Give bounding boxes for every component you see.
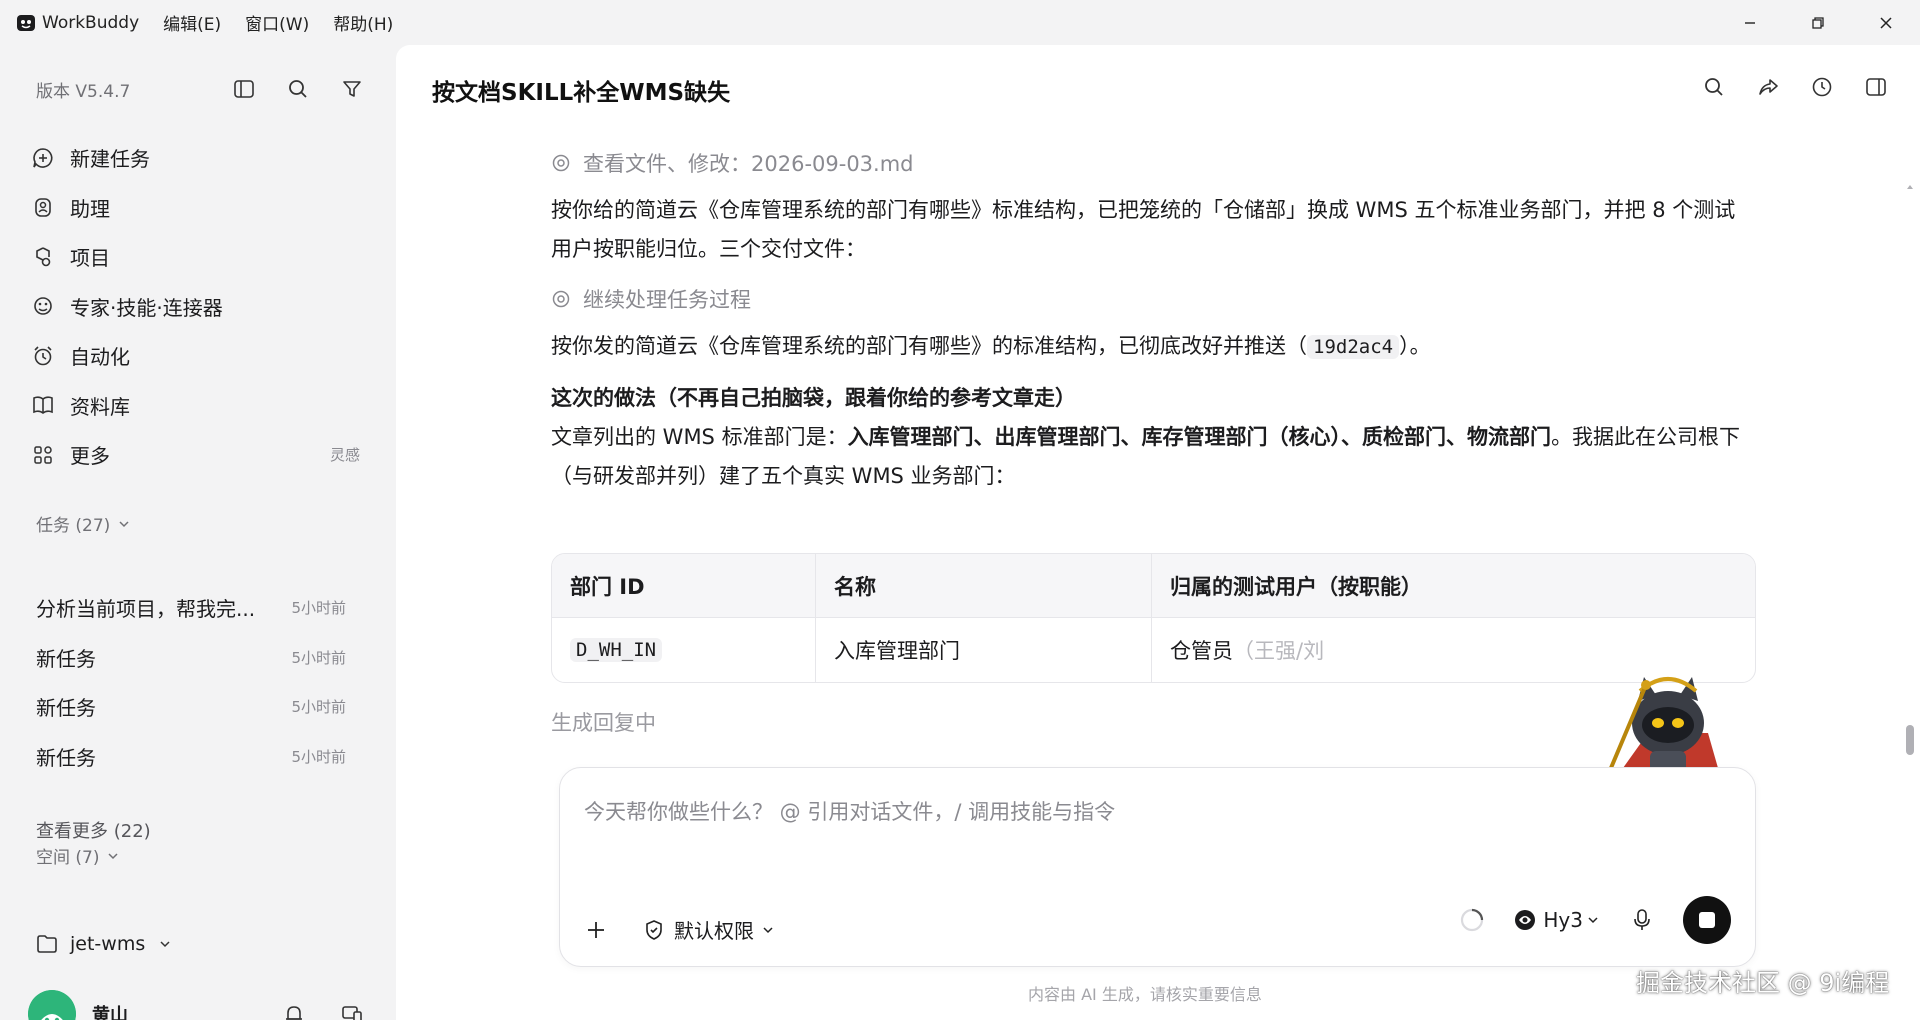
add-attachment-button[interactable]	[584, 918, 608, 942]
menu-help[interactable]: 帮助(H)	[333, 10, 393, 35]
dept-id: D_WH_IN	[570, 638, 663, 662]
microphone-icon[interactable]	[1631, 908, 1653, 932]
inspiration-tag[interactable]: 灵感	[330, 444, 360, 465]
share-icon[interactable]	[1754, 73, 1782, 101]
stop-icon	[1699, 912, 1715, 928]
task-list: 分析当前项目，帮我完... 5小时前 新任务 5小时前 新任务 5小时前 新任务…	[36, 583, 346, 781]
loading-spinner-icon	[1459, 907, 1485, 933]
assistant-icon	[30, 194, 56, 220]
message-composer[interactable]: 今天帮你做些什么？ @ 引用对话文件，/ 调用技能与指令 默认权限 Hy3	[559, 767, 1756, 967]
table-header: 部门 ID 名称 归属的测试用户（按职能）	[552, 554, 1755, 618]
chevron-down-icon	[118, 518, 130, 530]
menu-window[interactable]: 窗口(W)	[245, 10, 309, 35]
nav-automation[interactable]: 自动化	[30, 331, 366, 381]
side-panel-icon[interactable]	[1862, 73, 1890, 101]
project-icon	[30, 244, 56, 270]
chat-panel: 按文档SKILL补全WMS缺失 查看文件、修改：2026-09-03.md 按你…	[396, 45, 1920, 1020]
mascot-image	[1588, 663, 1728, 783]
title-bar: WorkBuddy 编辑(E) 窗口(W) 帮助(H)	[0, 0, 1920, 45]
search-icon[interactable]	[284, 75, 312, 103]
nav-experts[interactable]: 专家·技能·连接器	[30, 282, 366, 332]
chevron-down-icon	[107, 850, 119, 862]
spaces-header[interactable]: 空间 (7)	[36, 843, 119, 868]
user-bar: 黄山	[28, 989, 364, 1020]
folder-icon	[36, 933, 58, 955]
filter-icon[interactable]	[338, 75, 366, 103]
generating-status: 生成回复中	[551, 711, 656, 735]
version-label: 版本 V5.4.7	[36, 81, 131, 102]
see-more-link[interactable]: 查看更多 (22)	[36, 817, 151, 843]
menu-edit[interactable]: 编辑(E)	[163, 10, 221, 35]
table-row: D_WH_IN 入库管理部门 仓管员 （王强/刘	[552, 618, 1755, 682]
eye-icon	[551, 289, 571, 309]
page-title: 按文档SKILL补全WMS缺失	[432, 80, 731, 106]
restore-button[interactable]	[1784, 0, 1852, 45]
stop-generation-button[interactable]	[1683, 896, 1731, 944]
step-continue[interactable]: 继续处理任务过程	[551, 281, 1756, 317]
model-logo-icon	[1513, 908, 1537, 932]
space-item[interactable]: jet-wms	[36, 933, 171, 955]
nav-assistant[interactable]: 助理	[30, 183, 366, 233]
avatar[interactable]	[28, 990, 76, 1020]
task-item[interactable]: 新任务 5小时前	[36, 682, 346, 732]
model-selector[interactable]: Hy3	[1513, 908, 1599, 932]
message-content: 查看文件、修改：2026-09-03.md 按你给的简道云《仓库管理系统的部门有…	[551, 145, 1756, 496]
minimize-button[interactable]	[1716, 0, 1784, 45]
chevron-down-icon	[159, 938, 171, 950]
device-icon[interactable]	[340, 1002, 364, 1020]
task-item[interactable]: 分析当前项目，帮我完... 5小时前	[36, 583, 346, 633]
permission-dropdown[interactable]: 默认权限	[642, 915, 774, 944]
watermark: 掘金技术社区 @ 9i编程	[1636, 969, 1890, 997]
nav-new-task[interactable]: 新建任务	[30, 133, 366, 183]
sidebar-nav: 新建任务 助理 项目 专家·技能·连接器 自动化 资料库 更多 灵感	[30, 133, 366, 480]
expert-icon	[30, 293, 56, 319]
message-input[interactable]: 今天帮你做些什么？ @ 引用对话文件，/ 调用技能与指令	[584, 796, 1115, 826]
user-name: 黄山	[92, 1005, 128, 1020]
dept-name: 入库管理部门	[816, 618, 1152, 682]
nav-project[interactable]: 项目	[30, 232, 366, 282]
chevron-down-icon	[1587, 914, 1599, 926]
paragraph: 文章列出的 WMS 标准部门是：入库管理部门、出库管理部门、库存管理部门（核心）…	[551, 425, 1741, 488]
toggle-sidebar-icon[interactable]	[230, 75, 258, 103]
nav-more[interactable]: 更多 灵感	[30, 430, 366, 480]
scrollbar-thumb[interactable]	[1906, 725, 1914, 755]
app-name: WorkBuddy	[42, 12, 140, 33]
alarm-icon	[30, 343, 56, 369]
eye-icon	[551, 153, 571, 173]
task-item[interactable]: 新任务 5小时前	[36, 732, 346, 782]
tasks-header[interactable]: 任务 (27)	[36, 511, 130, 536]
paragraph: 按你发的简道云《仓库管理系统的部门有哪些》的标准结构，已彻底改好并推送（ 19d2…	[551, 334, 1431, 359]
paragraph: 按你给的简道云《仓库管理系统的部门有哪些》标准结构，已把笼统的「仓储部」换成 W…	[551, 198, 1736, 261]
bell-icon[interactable]	[282, 1002, 306, 1020]
step-view-file[interactable]: 查看文件、修改：2026-09-03.md	[551, 145, 1756, 181]
commit-hash: 19d2ac4	[1307, 335, 1400, 359]
plus-bubble-icon	[30, 145, 56, 171]
ai-disclaimer: 内容由 AI 生成，请核实重要信息	[1028, 985, 1262, 1004]
scroll-up-arrow-icon[interactable]	[1906, 183, 1914, 191]
department-table: 部门 ID 名称 归属的测试用户（按职能） D_WH_IN 入库管理部门 仓管员…	[551, 553, 1756, 683]
book-icon	[30, 392, 56, 418]
app-logo-icon	[16, 13, 36, 33]
chevron-down-icon	[762, 924, 774, 936]
nav-library[interactable]: 资料库	[30, 381, 366, 431]
sidebar: 版本 V5.4.7 新建任务 助理 项目 专家·技能·连接器 自动化 资料库 更…	[0, 45, 396, 1020]
section-heading: 这次的做法（不再自己拍脑袋，跟着你给的参考文章走）	[551, 386, 1076, 410]
task-item[interactable]: 新任务 5小时前	[36, 633, 346, 683]
search-icon[interactable]	[1700, 73, 1728, 101]
history-icon[interactable]	[1808, 73, 1836, 101]
grid-icon	[30, 442, 56, 468]
close-window-button[interactable]	[1852, 0, 1920, 45]
shield-check-icon	[642, 918, 666, 942]
